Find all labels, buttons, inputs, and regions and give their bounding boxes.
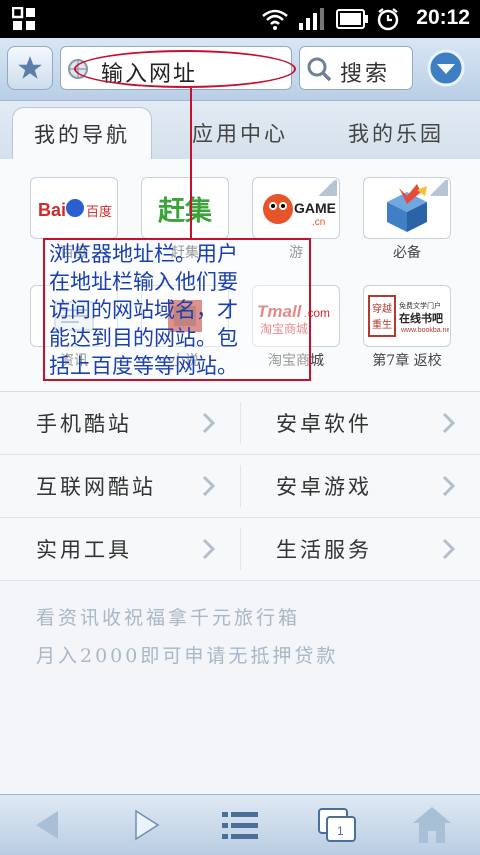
svg-text:重生: 重生 bbox=[372, 318, 392, 331]
chevron-down-icon bbox=[427, 49, 465, 87]
alarm-icon bbox=[377, 8, 399, 31]
bottom-navigation-bar: 1 bbox=[0, 794, 480, 855]
chevron-right-icon bbox=[442, 538, 456, 560]
search-icon bbox=[307, 57, 332, 82]
home-icon bbox=[413, 807, 451, 843]
signal-icon bbox=[299, 8, 324, 30]
tab-my-navigation[interactable]: 我的导航 bbox=[12, 107, 152, 159]
category-row: 互联网酷站 安卓游戏 bbox=[0, 455, 480, 518]
chevron-right-icon bbox=[202, 412, 216, 434]
link-life-services[interactable]: 生活服务 bbox=[240, 518, 480, 580]
corner-badge bbox=[430, 180, 448, 196]
link-internet-sites[interactable]: 互联网酷站 bbox=[0, 455, 240, 517]
back-button[interactable] bbox=[26, 803, 70, 847]
annotation-line: 访问的网站域名，才 bbox=[49, 298, 238, 322]
annotation-line: 括上百度等等网站。 bbox=[49, 354, 238, 378]
link-label: 安卓游戏 bbox=[276, 475, 372, 499]
link-label: 实用工具 bbox=[36, 538, 132, 562]
ganji-logo: 赶集 bbox=[141, 177, 229, 239]
svg-text:www.bookba.net: www.bookba.net bbox=[400, 327, 449, 334]
status-bar: 20:12 bbox=[0, 0, 480, 38]
category-row: 手机酷站 安卓软件 bbox=[0, 392, 480, 455]
chevron-right-icon bbox=[442, 412, 456, 434]
windows-button[interactable]: 1 bbox=[316, 803, 360, 847]
ad-link-loan[interactable]: 月入2000即可申请无抵押贷款 bbox=[36, 641, 338, 668]
app-box-icon bbox=[363, 177, 451, 239]
menu-list-icon bbox=[222, 812, 258, 839]
link-label: 安卓软件 bbox=[276, 412, 372, 436]
svg-text:Bai: Bai bbox=[38, 200, 66, 220]
app-caption: 必备 bbox=[393, 245, 421, 261]
annotation-connector bbox=[190, 88, 192, 238]
bookmarks-button[interactable] bbox=[7, 46, 53, 90]
back-arrow-icon bbox=[36, 811, 58, 839]
link-utilities[interactable]: 实用工具 bbox=[0, 518, 240, 580]
star-icon bbox=[18, 56, 42, 79]
annotation-line: 在地址栏输入他们要 bbox=[49, 270, 238, 294]
game-logo: GAME .cn bbox=[252, 177, 340, 239]
menu-button[interactable] bbox=[218, 803, 262, 847]
status-time: 20:12 bbox=[416, 6, 470, 29]
svg-text:在线书吧: 在线书吧 bbox=[399, 311, 443, 325]
baidu-logo: Bai 百度 bbox=[30, 177, 118, 239]
battery-icon bbox=[336, 9, 368, 29]
app-bookba[interactable]: 穿越 重生 免费文学门户 在线书吧 www.bookba.net 第7章 返校 bbox=[363, 285, 451, 373]
bookba-logo: 穿越 重生 免费文学门户 在线书吧 www.bookba.net bbox=[363, 285, 451, 347]
chevron-right-icon bbox=[202, 475, 216, 497]
svg-text:GAME: GAME bbox=[294, 200, 336, 216]
annotation-line: 能达到目的网站。包 bbox=[49, 326, 238, 350]
link-android-software[interactable]: 安卓软件 bbox=[240, 392, 480, 454]
annotation-ellipse bbox=[74, 50, 296, 88]
link-android-games[interactable]: 安卓游戏 bbox=[240, 455, 480, 517]
app-grid-icon bbox=[12, 7, 35, 30]
annotation-callout: 浏览器地址栏。用户 在地址栏输入他们要 访问的网站域名，才 能达到目的网站。包 … bbox=[43, 238, 311, 381]
chevron-right-icon bbox=[202, 538, 216, 560]
search-label: 搜索 bbox=[340, 62, 391, 87]
link-label: 生活服务 bbox=[276, 538, 372, 562]
tab-bar: 我的导航 应用中心 我的乐园 bbox=[0, 101, 480, 159]
corner-badge bbox=[319, 180, 337, 196]
windows-icon: 1 bbox=[318, 808, 356, 842]
chevron-right-icon bbox=[442, 475, 456, 497]
annotation-line: 浏览器地址栏。用户 bbox=[49, 242, 238, 266]
app-caption: 第7章 返校 bbox=[372, 353, 442, 369]
svg-text:.cn: .cn bbox=[312, 217, 325, 228]
app-essentials[interactable]: 必备 bbox=[363, 177, 451, 265]
svg-text:百度: 百度 bbox=[86, 204, 112, 220]
svg-text:穿越: 穿越 bbox=[372, 302, 392, 315]
tab-my-park[interactable]: 我的乐园 bbox=[326, 107, 466, 159]
forward-arrow-icon bbox=[135, 809, 160, 841]
svg-text:免费文学门户: 免费文学门户 bbox=[399, 301, 441, 310]
forward-button[interactable] bbox=[124, 803, 168, 847]
dropdown-menu-button[interactable] bbox=[425, 46, 467, 90]
link-mobile-sites[interactable]: 手机酷站 bbox=[0, 392, 240, 454]
link-label: 互联网酷站 bbox=[36, 475, 156, 499]
category-row: 实用工具 生活服务 bbox=[0, 518, 480, 581]
search-bar[interactable]: 搜索 bbox=[299, 46, 413, 90]
link-label: 手机酷站 bbox=[36, 412, 132, 436]
svg-text:1: 1 bbox=[337, 824, 344, 838]
home-button[interactable] bbox=[410, 803, 454, 847]
wifi-icon bbox=[262, 9, 288, 30]
ad-link-travel[interactable]: 看资讯收祝福拿千元旅行箱 bbox=[36, 603, 300, 630]
